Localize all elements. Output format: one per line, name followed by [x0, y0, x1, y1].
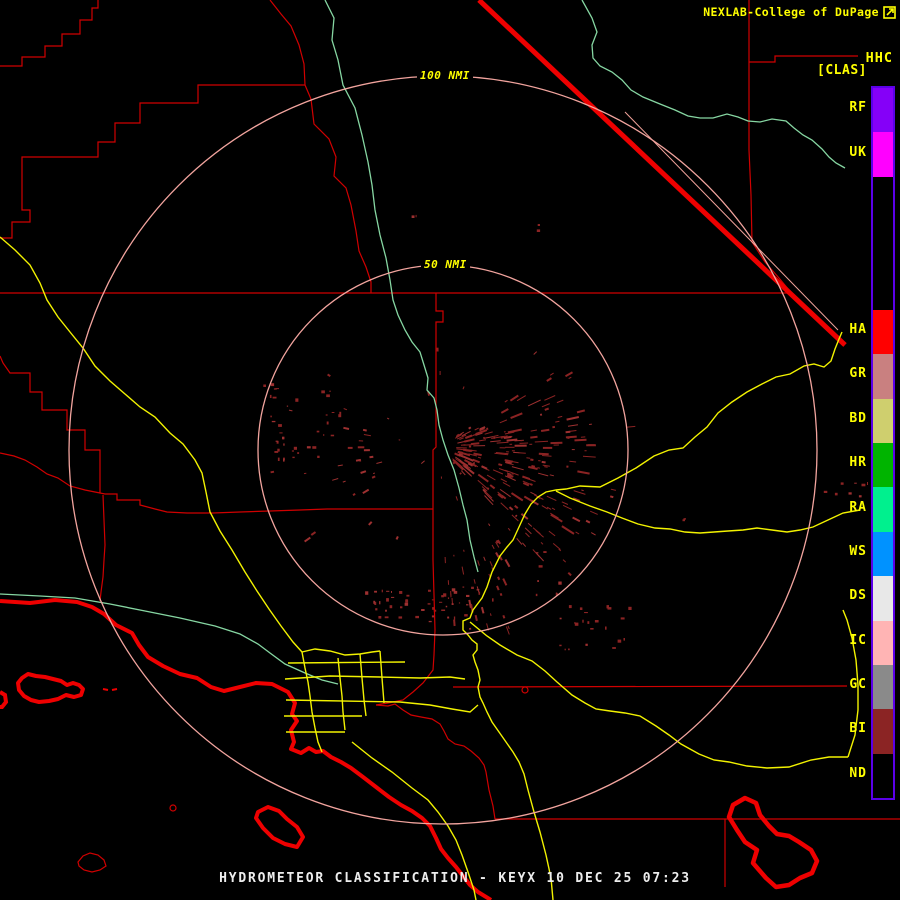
legend-label-ND: ND — [777, 766, 867, 782]
legend-label-RA: RA — [777, 500, 867, 516]
map-background — [0, 0, 900, 900]
legend-label-WS: WS — [777, 544, 867, 560]
legend-label-BD: BD — [777, 411, 867, 427]
cod-logo-icon — [883, 6, 896, 19]
brand-title: NEXLAB-College of DuPage — [703, 5, 879, 19]
legend-label-IC: IC — [777, 633, 867, 649]
color-scale-segment-ND — [873, 754, 893, 798]
legend-label-DS: DS — [777, 588, 867, 604]
legend-label-RF: RF — [777, 100, 867, 116]
color-scale-segment-RF — [873, 88, 893, 132]
legend-label-HA: HA — [777, 322, 867, 338]
brand-row: NEXLAB-College of DuPage — [703, 5, 896, 19]
color-scale-segment — [873, 177, 893, 310]
color-scale-segment-RA — [873, 487, 893, 531]
range-ring-label-100: 100 NMI — [417, 69, 473, 82]
color-scale-segment-GC — [873, 665, 893, 709]
legend-label-HR: HR — [777, 455, 867, 471]
color-scale-segment-IC — [873, 621, 893, 665]
radar-map — [0, 0, 900, 900]
product-mode-label: [CLAS] — [817, 63, 867, 78]
product-code-label: HHC — [866, 50, 893, 66]
legend-label-UK: UK — [777, 145, 867, 161]
color-scale-segment-BD — [873, 399, 893, 443]
color-scale-segment-WS — [873, 532, 893, 576]
color-scale-segment-UK — [873, 132, 893, 176]
color-scale-segment-HR — [873, 443, 893, 487]
color-scale-segment-HA — [873, 310, 893, 354]
color-scale — [871, 86, 895, 800]
legend-label-BI: BI — [777, 721, 867, 737]
footer-caption: HYDROMETEOR CLASSIFICATION - KEYX 10 DEC… — [0, 871, 900, 886]
color-scale-segment-BI — [873, 709, 893, 753]
legend-label-GC: GC — [777, 677, 867, 693]
radar-display: NEXLAB-College of DuPage HHC [CLAS] 100 … — [0, 0, 900, 900]
color-scale-segment-DS — [873, 576, 893, 620]
color-scale-segment-GR — [873, 354, 893, 398]
legend-label-GR: GR — [777, 366, 867, 382]
range-ring-label-50: 50 NMI — [421, 258, 470, 271]
